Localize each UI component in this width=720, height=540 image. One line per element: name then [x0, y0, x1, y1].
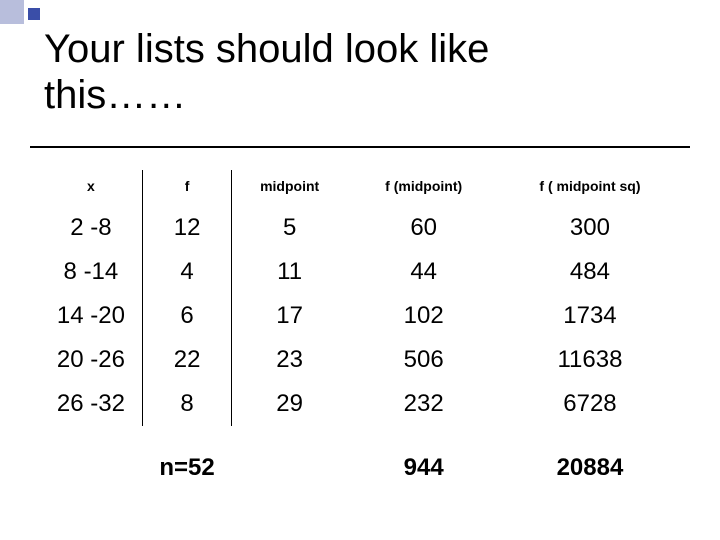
deco-square-large [0, 0, 24, 24]
cell-fms: 6728 [500, 382, 679, 426]
cell-mid: 29 [232, 382, 347, 426]
cell-fms: 11638 [500, 338, 679, 382]
cell-mid: 11 [232, 250, 347, 294]
cell-fms: 1734 [500, 294, 679, 338]
cell-f: 6 [142, 294, 232, 338]
cell-f: 4 [142, 250, 232, 294]
table-row: 14 -20 6 17 102 1734 [40, 294, 680, 338]
cell-fm: 102 [347, 294, 500, 338]
col-header-fm: f (midpoint) [347, 170, 500, 206]
col-header-f: f [142, 170, 232, 206]
cell-fms: 484 [500, 250, 679, 294]
cell-x: 26 -32 [40, 382, 142, 426]
page-title: Your lists should look like this…… [44, 26, 690, 118]
totals-empty [232, 426, 347, 490]
cell-mid: 23 [232, 338, 347, 382]
table-row: 8 -14 4 11 44 484 [40, 250, 680, 294]
totals-empty [40, 426, 142, 490]
cell-f: 12 [142, 206, 232, 250]
cell-fms: 300 [500, 206, 679, 250]
totals-sum-fm: 944 [347, 426, 500, 490]
table: x f midpoint f (midpoint) f ( midpoint s… [40, 170, 680, 490]
cell-mid: 17 [232, 294, 347, 338]
title-rule [30, 146, 690, 148]
table-row: 2 -8 12 5 60 300 [40, 206, 680, 250]
cell-x: 14 -20 [40, 294, 142, 338]
cell-mid: 5 [232, 206, 347, 250]
table-header-row: x f midpoint f (midpoint) f ( midpoint s… [40, 170, 680, 206]
frequency-table: x f midpoint f (midpoint) f ( midpoint s… [40, 170, 680, 490]
totals-sum-fms: 20884 [500, 426, 679, 490]
cell-x: 20 -26 [40, 338, 142, 382]
cell-f: 22 [142, 338, 232, 382]
col-header-x: x [40, 170, 142, 206]
table-row: 26 -32 8 29 232 6728 [40, 382, 680, 426]
totals-n: n=52 [142, 426, 232, 490]
cell-f: 8 [142, 382, 232, 426]
cell-x: 2 -8 [40, 206, 142, 250]
cell-fm: 506 [347, 338, 500, 382]
cell-x: 8 -14 [40, 250, 142, 294]
col-header-fms: f ( midpoint sq) [500, 170, 679, 206]
totals-row: n=52 944 20884 [40, 426, 680, 490]
deco-square-small [28, 8, 40, 20]
col-header-mid: midpoint [232, 170, 347, 206]
table-row: 20 -26 22 23 506 11638 [40, 338, 680, 382]
cell-fm: 44 [347, 250, 500, 294]
cell-fm: 232 [347, 382, 500, 426]
cell-fm: 60 [347, 206, 500, 250]
